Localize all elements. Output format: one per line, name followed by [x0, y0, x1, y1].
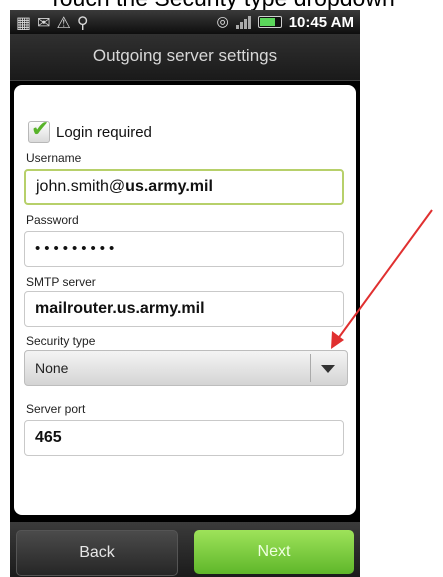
- usb-icon: ⚲: [76, 12, 89, 32]
- username-value-user: john.smith@: [36, 178, 126, 195]
- chevron-down-icon[interactable]: [321, 365, 335, 373]
- login-required-row[interactable]: ✔ Login required: [28, 117, 152, 143]
- settings-form: ✔ Login required Username john.smith@us.…: [14, 85, 356, 515]
- login-required-checkbox[interactable]: ✔: [28, 117, 50, 143]
- login-required-label: Login required: [56, 123, 152, 141]
- username-field[interactable]: john.smith@us.army.mil: [24, 169, 344, 205]
- bottom-button-bar: Back Next: [10, 522, 360, 577]
- gallery-icon: ▦: [16, 12, 32, 32]
- title-bar: Outgoing server settings: [10, 34, 360, 81]
- password-label: Password: [26, 213, 79, 227]
- battery-icon: [257, 16, 282, 28]
- status-time: 10:45 AM: [288, 13, 354, 31]
- phone-screen: ▦ ✉ ⚠ ⚲ ◎ 10:45 AM Outgoing server setti…: [10, 10, 360, 577]
- signal-icon: [235, 15, 251, 29]
- server-port-field[interactable]: 465: [24, 420, 344, 456]
- next-button[interactable]: Next: [194, 530, 354, 574]
- vibrate-icon: ◎: [216, 14, 229, 30]
- mail-icon: ✉: [37, 12, 51, 32]
- username-label: Username: [26, 151, 82, 165]
- security-type-dropdown[interactable]: None: [24, 350, 348, 386]
- server-port-label: Server port: [26, 402, 86, 416]
- security-type-label: Security type: [26, 334, 96, 348]
- security-type-value: None: [35, 360, 69, 376]
- back-button[interactable]: Back: [16, 530, 178, 576]
- checkmark-icon: ✔: [31, 117, 50, 142]
- password-field[interactable]: •••••••••: [24, 231, 344, 267]
- instruction-caption: Touch the Security type dropdown: [0, 0, 443, 10]
- smtp-server-label: SMTP server: [26, 275, 96, 289]
- triangle-alert-icon: ⚠: [56, 12, 71, 32]
- status-bar: ▦ ✉ ⚠ ⚲ ◎ 10:45 AM: [10, 10, 360, 34]
- page-title: Outgoing server settings: [92, 46, 278, 65]
- smtp-server-field[interactable]: mailrouter.us.army.mil: [24, 291, 344, 327]
- username-value-domain: us.army.mil: [125, 178, 213, 195]
